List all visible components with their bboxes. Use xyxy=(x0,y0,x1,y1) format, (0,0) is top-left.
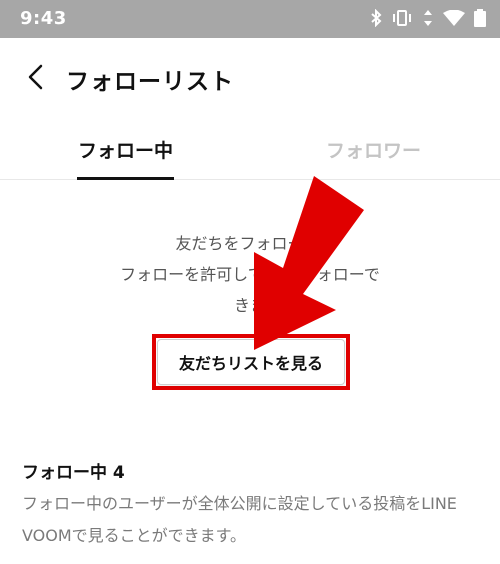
vibrate-icon xyxy=(391,10,413,30)
status-bar: 9:43 xyxy=(0,0,500,38)
page-title: フォローリスト xyxy=(66,69,234,95)
empty-state-line-1: 友だちをフォロー ！ xyxy=(175,234,325,253)
view-friends-list-button[interactable]: 友だちリストを見る xyxy=(157,339,345,385)
tab-bar: フォロー中 フォロワー xyxy=(0,124,500,180)
following-description: フォロー中のユーザーが全体公開に設定している投稿をLINE VOOMで見ることが… xyxy=(22,494,457,545)
data-icon xyxy=(422,9,434,31)
empty-state-message: 友だちをフォロー ！ フォローを許可してい をフォローで きま xyxy=(0,228,500,321)
status-icons xyxy=(370,8,486,31)
wifi-icon xyxy=(443,9,465,30)
chevron-left-icon xyxy=(28,64,43,90)
header: フォローリスト xyxy=(0,38,500,116)
bluetooth-icon xyxy=(370,8,382,31)
back-button[interactable] xyxy=(22,62,52,92)
tab-following[interactable]: フォロー中 xyxy=(78,136,173,163)
empty-state-line-2: フォローを許可してい をフォローで xyxy=(120,265,380,284)
tab-followers[interactable]: フォロワー xyxy=(326,136,421,163)
tab-active-indicator xyxy=(77,177,174,180)
following-count-title: フォロー中 4 xyxy=(22,463,125,483)
empty-state-line-3: きま xyxy=(233,296,266,315)
battery-icon xyxy=(474,9,486,31)
status-time: 9:43 xyxy=(20,8,67,29)
